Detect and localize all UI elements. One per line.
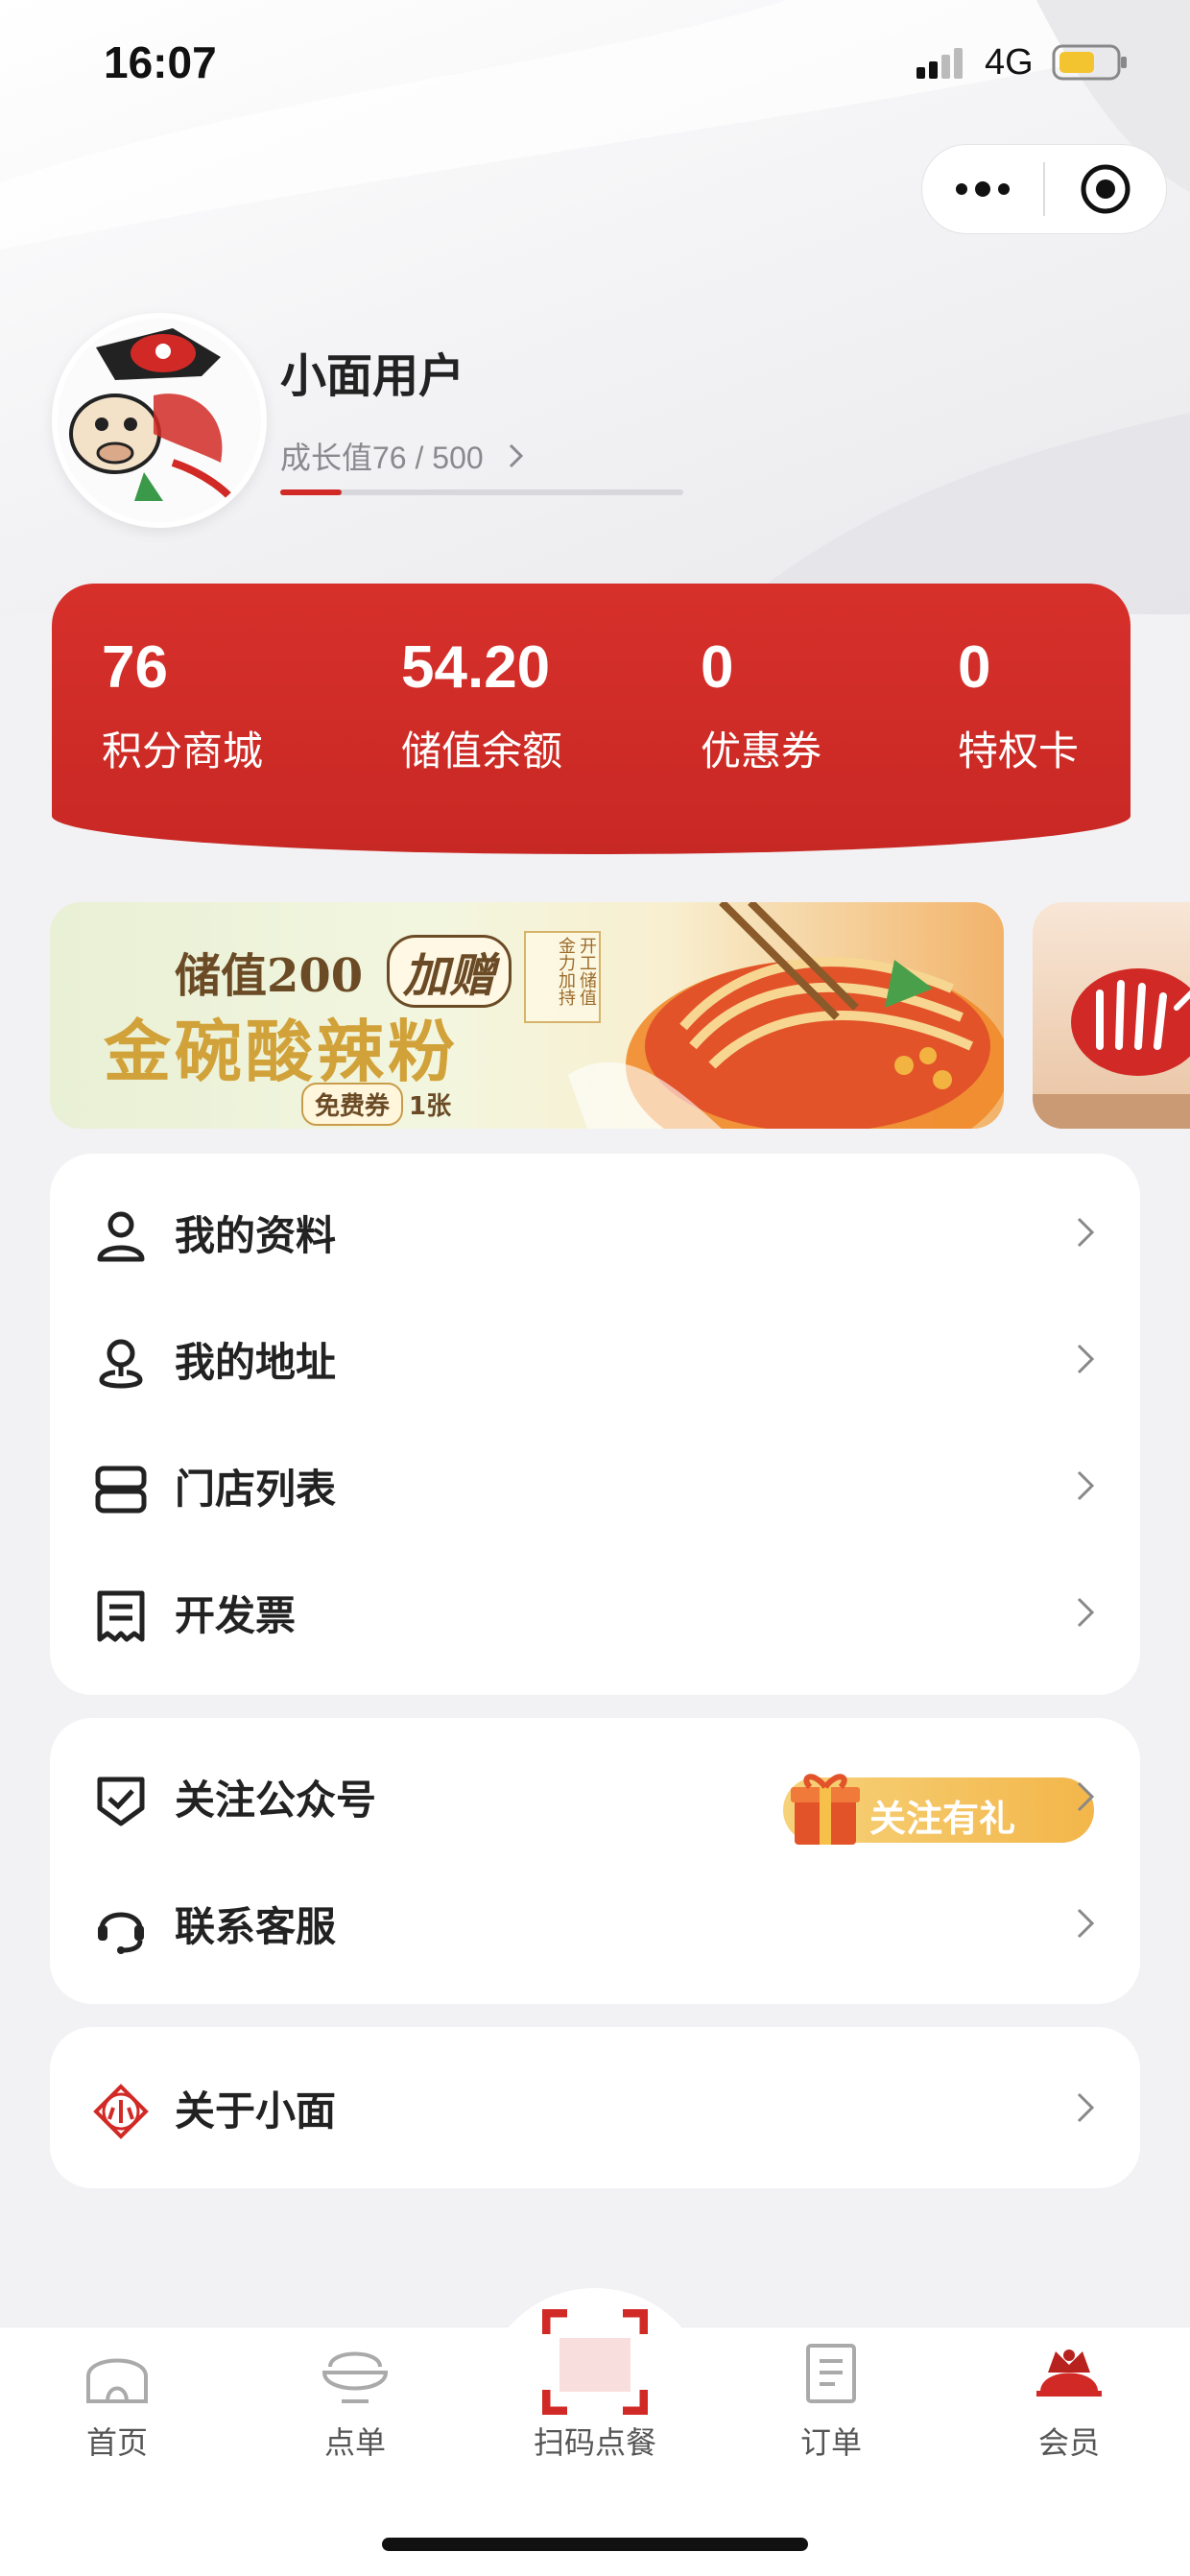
tab-label: 订单 bbox=[799, 2424, 862, 2461]
tab-home[interactable]: 首页 bbox=[31, 2338, 203, 2463]
more-dots-icon bbox=[956, 181, 1010, 197]
follow-badge-text: 关注有礼 bbox=[869, 1798, 1016, 1840]
menu-item-contact-support[interactable]: 联系客服 bbox=[50, 1860, 1140, 1987]
menu-item-invoice[interactable]: 开发票 bbox=[50, 1549, 1140, 1676]
stat-coupons[interactable]: 0 优惠券 bbox=[701, 633, 821, 777]
stat-value: 0 bbox=[701, 634, 734, 701]
stat-stored-balance[interactable]: 54.20 储值余额 bbox=[401, 633, 562, 777]
chevron-right-icon bbox=[509, 443, 523, 468]
promo-banner[interactable]: 储值200 加赠 金碗酸辣粉 免费券 1张 开工储值 金力加持 bbox=[50, 902, 1004, 1129]
promo-banner-next[interactable] bbox=[1033, 902, 1190, 1129]
menu-item-my-address[interactable]: 我的地址 bbox=[50, 1296, 1140, 1422]
chevron-right-icon bbox=[1077, 1470, 1095, 1501]
chevron-right-icon bbox=[1077, 1781, 1095, 1812]
stat-value: 54.20 bbox=[401, 634, 551, 701]
home-icon bbox=[86, 2358, 148, 2403]
close-miniprogram-button[interactable] bbox=[1045, 144, 1166, 234]
banner-headline: 储值200 加赠 bbox=[175, 935, 512, 1008]
stat-label: 特权卡 bbox=[958, 727, 1080, 775]
tab-label: 会员 bbox=[1037, 2424, 1100, 2461]
follow-icon bbox=[97, 1777, 145, 1826]
more-button[interactable] bbox=[922, 144, 1043, 234]
banner-headline-tag: 加赠 bbox=[386, 935, 512, 1008]
menu-card-about: 关于小面 bbox=[50, 2027, 1140, 2188]
stat-points-mall[interactable]: 76 积分商城 bbox=[102, 633, 263, 777]
chevron-right-icon bbox=[1077, 1217, 1095, 1248]
tab-member[interactable]: 会员 bbox=[983, 2338, 1155, 2463]
bowl-icon bbox=[321, 2351, 389, 2403]
growth-progress-bar bbox=[280, 489, 683, 495]
menu-item-about[interactable]: 关于小面 bbox=[50, 2044, 1140, 2171]
banner-coupon-tag: 免费券 bbox=[301, 1083, 404, 1126]
brand-logo-icon bbox=[93, 2084, 149, 2139]
menu-item-label: 我的资料 bbox=[175, 1211, 337, 1259]
user-icon bbox=[97, 1211, 145, 1262]
menu-item-my-profile[interactable]: 我的资料 bbox=[50, 1169, 1140, 1296]
member-icon bbox=[1036, 2349, 1102, 2397]
stat-label: 储值余额 bbox=[401, 727, 563, 775]
avatar[interactable] bbox=[52, 313, 267, 528]
banner-headline-text: 储值200 bbox=[175, 949, 364, 1003]
stat-label: 积分商城 bbox=[102, 727, 264, 775]
growth-progress-fill bbox=[280, 489, 342, 495]
stat-value: 76 bbox=[102, 634, 168, 701]
menu-item-label: 我的地址 bbox=[175, 1338, 337, 1386]
banner-coupon-count: 1张 bbox=[409, 1092, 452, 1121]
menu-item-label: 关注公众号 bbox=[175, 1776, 377, 1824]
tab-scan-order[interactable]: 扫码点餐 bbox=[509, 2309, 681, 2463]
tab-order-food[interactable]: 点单 bbox=[269, 2338, 441, 2463]
banner-coupon: 免费券 1张 bbox=[301, 1083, 451, 1126]
gift-icon bbox=[791, 1774, 860, 1845]
avatar-cartoon-icon bbox=[58, 319, 261, 522]
menu-item-follow-account[interactable]: 关注公众号 关注有礼 bbox=[50, 1733, 1140, 1860]
order-icon bbox=[806, 2344, 856, 2403]
invoice-icon bbox=[97, 1590, 145, 1642]
member-stats-card: 76 积分商城 54.20 储值余额 0 优惠券 0 特权卡 bbox=[52, 584, 1130, 854]
status-bar: 16:07 4G bbox=[0, 0, 1190, 134]
battery-icon bbox=[1052, 44, 1127, 81]
tab-label: 扫码点餐 bbox=[533, 2424, 656, 2461]
banner-side-slogan: 开工储值 金力加持 bbox=[524, 931, 601, 1023]
username: 小面用户 bbox=[280, 349, 465, 403]
chevron-right-icon bbox=[1077, 1908, 1095, 1939]
chevron-right-icon bbox=[1077, 1597, 1095, 1628]
growth-value-label: 成长值76 / 500 bbox=[280, 441, 484, 475]
tab-label: 首页 bbox=[85, 2424, 148, 2461]
chevron-right-icon bbox=[1077, 1344, 1095, 1374]
store-icon bbox=[95, 1466, 147, 1514]
stat-value: 0 bbox=[958, 634, 991, 701]
location-icon bbox=[99, 1339, 143, 1389]
support-icon bbox=[98, 1912, 144, 1954]
target-close-icon bbox=[1081, 164, 1130, 214]
miniprogram-capsule bbox=[921, 144, 1167, 234]
stat-privilege-cards[interactable]: 0 特权卡 bbox=[958, 633, 1079, 777]
menu-item-label: 联系客服 bbox=[175, 1902, 337, 1950]
menu-item-label: 门店列表 bbox=[175, 1465, 337, 1513]
home-indicator bbox=[382, 2538, 808, 2551]
signal-icon bbox=[916, 48, 963, 79]
banner-product-name: 金碗酸辣粉 bbox=[104, 1012, 459, 1091]
clapping-hands-icon bbox=[1033, 968, 1190, 1129]
network-label: 4G bbox=[985, 42, 1034, 83]
follow-gift-badge[interactable]: 关注有礼 bbox=[783, 1774, 1094, 1845]
growth-value-link[interactable]: 成长值76 / 500 bbox=[280, 434, 526, 478]
tab-label: 点单 bbox=[323, 2424, 386, 2461]
menu-item-label: 开发票 bbox=[175, 1591, 297, 1639]
menu-card-account: 我的资料 我的地址 门店列表 开发票 bbox=[50, 1154, 1140, 1695]
menu-card-service: 关注公众号 关注有礼 联系客服 bbox=[50, 1718, 1140, 2004]
status-time: 16:07 bbox=[104, 37, 217, 87]
menu-item-store-list[interactable]: 门店列表 bbox=[50, 1422, 1140, 1549]
scan-icon bbox=[542, 2309, 648, 2415]
tab-orders[interactable]: 订单 bbox=[745, 2338, 917, 2463]
chevron-right-icon bbox=[1077, 2092, 1095, 2123]
stat-label: 优惠券 bbox=[701, 727, 822, 775]
menu-item-label: 关于小面 bbox=[175, 2087, 337, 2135]
